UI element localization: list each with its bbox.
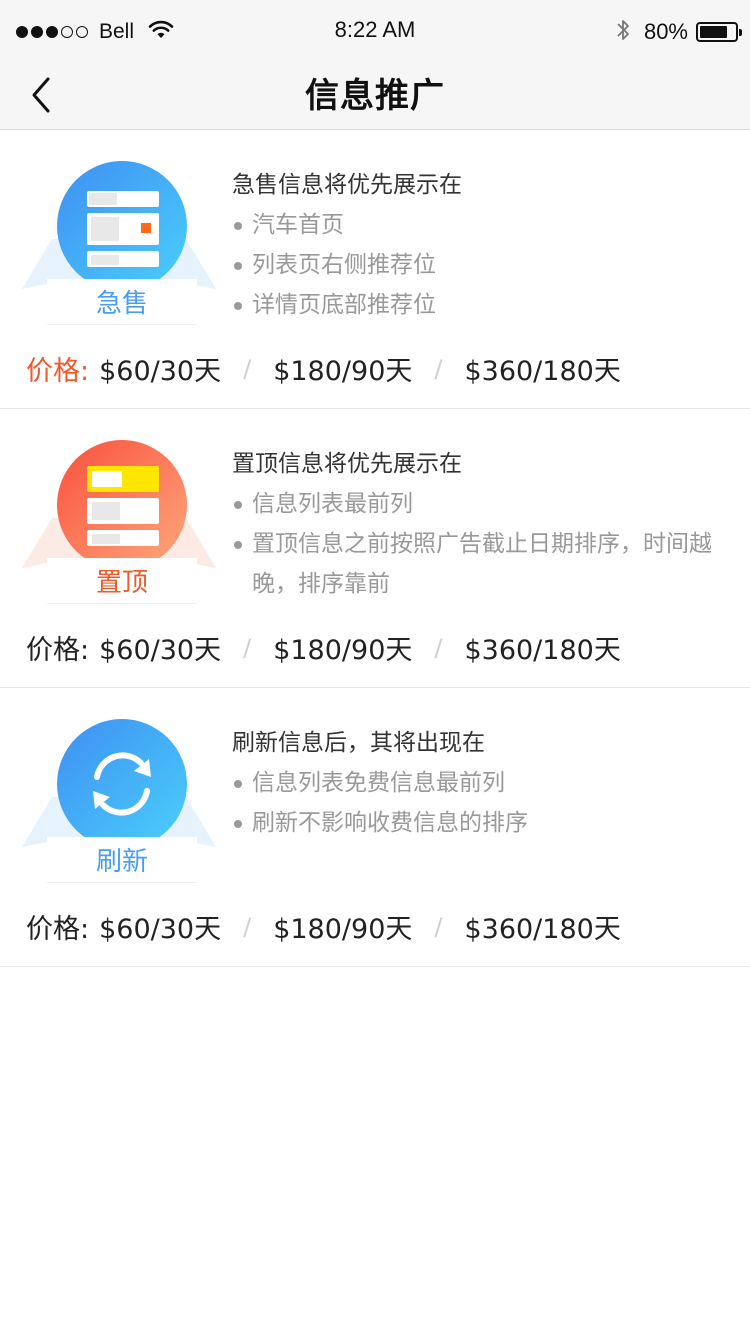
description-title: 急售信息将优先展示在 — [232, 172, 462, 198]
description: 刷新信息后，其将出现在 信息列表免费信息最前列 刷新不影响收费信息的排序 — [232, 723, 720, 843]
price-separator: / — [243, 912, 252, 941]
badge-pin-top: 置顶 — [22, 440, 216, 605]
bluetooth-icon — [616, 18, 630, 46]
description-item: 信息列表免费信息最前列 — [232, 763, 720, 803]
badge-label: 刷新 — [47, 837, 197, 883]
price-label: 价格: — [26, 356, 90, 387]
price-row: 价格: $60/30天 / $180/90天 / $360/180天 — [26, 628, 621, 667]
price-option-180[interactable]: $360/180天 — [464, 907, 620, 946]
price-separator: / — [434, 633, 443, 662]
nav-bar: 信息推广 — [0, 60, 750, 130]
price-label: 价格: — [26, 635, 90, 666]
price-option-90[interactable]: $180/90天 — [273, 907, 412, 946]
status-bar: Bell 8:22 AM 80% — [0, 0, 750, 60]
price-separator: / — [243, 633, 252, 662]
description-item: 刷新不影响收费信息的排序 — [232, 803, 720, 843]
price-option-30[interactable]: $60/30天 — [99, 628, 221, 667]
price-separator: / — [434, 354, 443, 383]
battery-level — [700, 26, 728, 38]
promo-card-refresh[interactable]: 刷新 刷新信息后，其将出现在 信息列表免费信息最前列 刷新不影响收费信息的排序 … — [0, 689, 750, 967]
description-item: 列表页右侧推荐位 — [232, 245, 720, 285]
pinned-list-icon — [57, 440, 187, 570]
battery-percent: 80% — [643, 19, 688, 44]
price-option-90[interactable]: $180/90天 — [273, 628, 412, 667]
price-option-90[interactable]: $180/90天 — [273, 349, 412, 388]
price-separator: / — [434, 912, 443, 941]
description: 急售信息将优先展示在 汽车首页 列表页右侧推荐位 详情页底部推荐位 — [232, 165, 720, 325]
promo-card-urgent[interactable]: 急售 急售信息将优先展示在 汽车首页 列表页右侧推荐位 详情页底部推荐位 价格:… — [0, 131, 750, 409]
price-option-180[interactable]: $360/180天 — [464, 628, 620, 667]
list-document-icon — [57, 161, 187, 291]
price-option-180[interactable]: $360/180天 — [464, 349, 620, 388]
description-item: 详情页底部推荐位 — [232, 285, 720, 325]
price-row: 价格: $60/30天 / $180/90天 / $360/180天 — [26, 907, 621, 946]
page-title: 信息推广 — [305, 76, 445, 116]
price-option-30[interactable]: $60/30天 — [99, 349, 221, 388]
promo-card-pin-top[interactable]: 置顶 置顶信息将优先展示在 信息列表最前列 置顶信息之前按照广告截止日期排序，时… — [0, 410, 750, 688]
price-separator: / — [243, 354, 252, 383]
description-title: 刷新信息后，其将出现在 — [232, 730, 485, 756]
description-item: 置顶信息之前按照广告截止日期排序，时间越晚，排序靠前 — [232, 524, 720, 604]
description-item: 汽车首页 — [232, 205, 720, 245]
price-row: 价格: $60/30天 / $180/90天 / $360/180天 — [26, 349, 621, 388]
description: 置顶信息将优先展示在 信息列表最前列 置顶信息之前按照广告截止日期排序，时间越晚… — [232, 444, 720, 604]
description-item: 信息列表最前列 — [232, 484, 720, 524]
badge-refresh: 刷新 — [22, 719, 216, 884]
description-title: 置顶信息将优先展示在 — [232, 451, 462, 477]
price-label: 价格: — [26, 914, 90, 945]
status-right: 80% — [616, 18, 742, 46]
badge-label: 急售 — [47, 279, 197, 325]
price-option-30[interactable]: $60/30天 — [99, 907, 221, 946]
badge-urgent: 急售 — [22, 161, 216, 326]
refresh-icon — [57, 719, 187, 849]
badge-label: 置顶 — [47, 558, 197, 604]
battery-icon — [696, 22, 742, 42]
